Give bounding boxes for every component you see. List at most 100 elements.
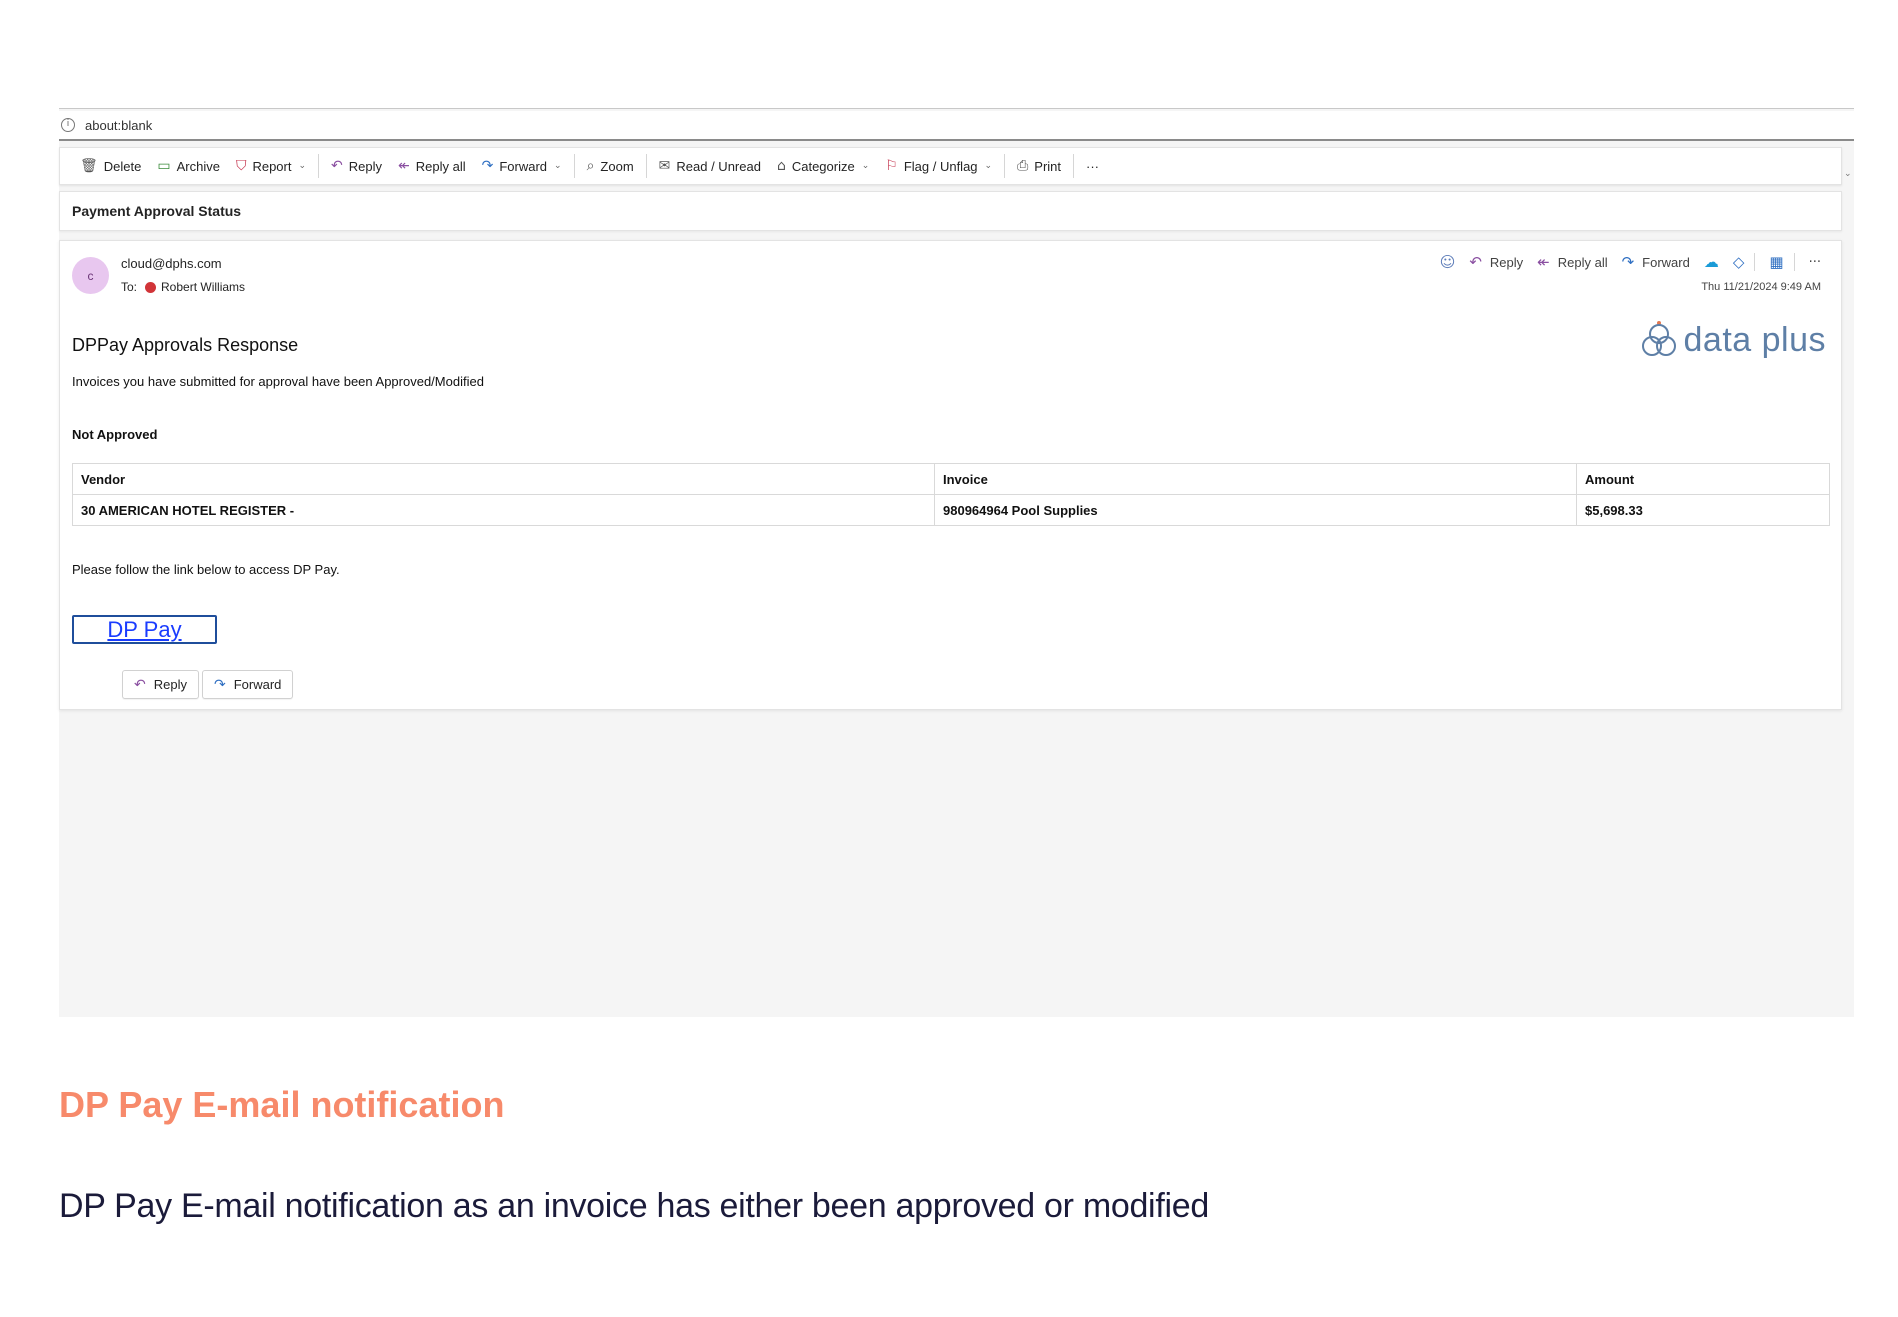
message-actions: ☺ ↶ Reply ↞ Reply all ↷ Forward ☁ ◇ ▦ ··· xyxy=(1426,253,1821,271)
actions-divider xyxy=(1754,253,1756,271)
bottom-forward-label: Forward xyxy=(233,677,282,692)
recipient-name[interactable]: Robert Williams xyxy=(161,280,245,294)
toolbar-divider xyxy=(645,154,647,178)
delete-button[interactable]: 🗑 Delete xyxy=(72,152,149,180)
table-header-row: Vendor Invoice Amount xyxy=(72,463,1830,495)
report-label: Report xyxy=(252,158,292,174)
print-button[interactable]: ⎙ Print xyxy=(1009,152,1069,180)
bottom-forward-button[interactable]: ↷ Forward xyxy=(201,670,294,699)
bottom-reply-button[interactable]: ↶ Reply xyxy=(122,670,199,699)
forward-icon: ↷ xyxy=(481,158,494,174)
address-text: about:blank xyxy=(85,117,153,133)
archive-icon: ▭ xyxy=(157,158,171,174)
sender-address[interactable]: cloud@dphs.com xyxy=(121,256,222,271)
to-label: To: xyxy=(121,280,138,294)
categorize-label: Categorize xyxy=(791,158,855,174)
caption-description: DP Pay E-mail notification as an invoice… xyxy=(59,1187,1209,1225)
logo-mark-icon xyxy=(1641,321,1676,356)
address-bar[interactable]: i about:blank xyxy=(59,111,1854,141)
report-button[interactable]: ⛉ Report ⌄ xyxy=(228,152,314,180)
zoom-button[interactable]: ⌕ Zoom xyxy=(579,152,642,180)
bottom-reply-label: Reply xyxy=(153,677,187,692)
body-intro: Invoices you have submitted for approval… xyxy=(72,374,484,389)
forward-button[interactable]: ↷ Forward ⌄ xyxy=(474,152,570,180)
toolbar-divider xyxy=(1004,154,1006,178)
chevron-down-icon[interactable]: ⌄ xyxy=(554,161,562,171)
toolbar-divider xyxy=(318,154,320,178)
dp-pay-link-box[interactable]: DP Pay xyxy=(72,615,217,644)
message-reply-label: Reply xyxy=(1489,254,1524,270)
message-reply-all-label: Reply all xyxy=(1557,254,1608,270)
message-forward-label: Forward xyxy=(1642,254,1690,270)
toolbar-divider xyxy=(1073,154,1075,178)
reply-button[interactable]: ↶ Reply xyxy=(323,152,390,180)
email-screenshot: i about:blank 🗑 Delete ▭ Archive ⛉ Report ⌄ … xyxy=(59,105,1854,1017)
reply-icon: ↶ xyxy=(1469,253,1482,271)
addin-icon[interactable]: ◇ xyxy=(1733,253,1745,271)
archive-button[interactable]: ▭ Archive xyxy=(149,152,228,180)
message-timestamp: Thu 11/21/2024 9:49 AM xyxy=(1701,281,1821,293)
reply-icon: ↶ xyxy=(134,676,146,693)
flag-unflag-button[interactable]: ⚐ Flag / Unflag ⌄ xyxy=(877,152,1000,180)
vendor-cell: 30 AMERICAN HOTEL REGISTER - xyxy=(72,494,935,526)
bottom-actions: ↶ Reply ↷ Forward xyxy=(122,670,296,699)
trash-icon: 🗑 xyxy=(80,158,98,174)
delete-label: Delete xyxy=(103,158,142,174)
printer-icon: ⎙ xyxy=(1017,158,1029,174)
chevron-down-icon[interactable]: ⌄ xyxy=(1844,169,1852,179)
more-actions-button[interactable]: ··· xyxy=(1078,152,1107,180)
mail-toolbar: 🗑 Delete ▭ Archive ⛉ Report ⌄ ↶ Reply ↞ Reply … xyxy=(59,147,1842,185)
apps-icon[interactable]: ▦ xyxy=(1769,253,1783,271)
chevron-down-icon[interactable]: ⌄ xyxy=(862,161,870,171)
invoice-header: Invoice xyxy=(934,463,1577,495)
subject-text: Payment Approval Status xyxy=(72,203,242,219)
amount-header: Amount xyxy=(1576,463,1830,495)
presence-dot xyxy=(145,281,157,293)
message-forward-button[interactable]: ↷ Forward xyxy=(1622,253,1690,271)
invoice-cell: 980964964 Pool Supplies xyxy=(934,494,1577,526)
reply-all-icon: ↞ xyxy=(1537,253,1550,271)
forward-icon: ↷ xyxy=(213,676,226,693)
archive-label: Archive xyxy=(176,158,220,174)
more-icon[interactable]: ··· xyxy=(1809,255,1821,270)
chevron-down-icon[interactable]: ⌄ xyxy=(985,161,993,171)
invoice-table: Vendor Invoice Amount 30 AMERICAN HOTEL … xyxy=(72,463,1830,526)
recipient-line: To: Robert Williams xyxy=(121,280,245,294)
avatar[interactable]: c xyxy=(72,257,109,294)
info-icon[interactable]: i xyxy=(61,118,75,132)
dp-pay-link[interactable]: DP Pay xyxy=(107,617,181,643)
read-unread-label: Read / Unread xyxy=(676,158,761,174)
logo-text: data plus xyxy=(1683,320,1826,359)
more-icon: ··· xyxy=(1086,158,1100,174)
salesforce-icon[interactable]: ☁ xyxy=(1704,253,1719,271)
shield-icon: ⛉ xyxy=(235,158,247,174)
envelope-icon: ✉ xyxy=(658,158,671,174)
chevron-down-icon[interactable]: ⌄ xyxy=(298,161,306,171)
message-reply-button[interactable]: ↶ Reply xyxy=(1469,253,1523,271)
categorize-button[interactable]: ⌂ Categorize ⌄ xyxy=(769,152,877,180)
forward-icon: ↷ xyxy=(1621,253,1635,271)
flag-unflag-label: Flag / Unflag xyxy=(903,158,978,174)
table-row: 30 AMERICAN HOTEL REGISTER - 980964964 P… xyxy=(72,494,1830,526)
subject-bar: Payment Approval Status xyxy=(59,191,1842,231)
body-title: DPPay Approvals Response xyxy=(72,335,299,355)
emoji-icon[interactable]: ☺ xyxy=(1440,253,1456,271)
reply-label: Reply xyxy=(348,158,383,174)
actions-divider xyxy=(1793,253,1795,271)
amount-cell: $5,698.33 xyxy=(1576,494,1830,526)
flag-icon: ⚐ xyxy=(885,158,898,174)
data-plus-logo: data plus xyxy=(1638,319,1827,361)
toolbar-divider xyxy=(573,154,575,178)
reply-all-button[interactable]: ↞ Reply all xyxy=(390,152,474,180)
reply-all-icon: ↞ xyxy=(398,158,410,174)
read-unread-button[interactable]: ✉ Read / Unread xyxy=(651,152,769,180)
zoom-icon: ⌕ xyxy=(586,158,595,174)
tag-icon: ⌂ xyxy=(776,158,786,174)
message-reply-all-button[interactable]: ↞ Reply all xyxy=(1537,253,1607,271)
reply-all-label: Reply all xyxy=(415,158,466,174)
browser-top-edge xyxy=(59,105,1854,109)
message-card: c cloud@dphs.com To: Robert Williams ☺ ↶… xyxy=(59,240,1842,710)
follow-link-text: Please follow the link below to access D… xyxy=(72,562,340,577)
vendor-header: Vendor xyxy=(72,463,935,495)
section-heading: Not Approved xyxy=(72,427,158,442)
